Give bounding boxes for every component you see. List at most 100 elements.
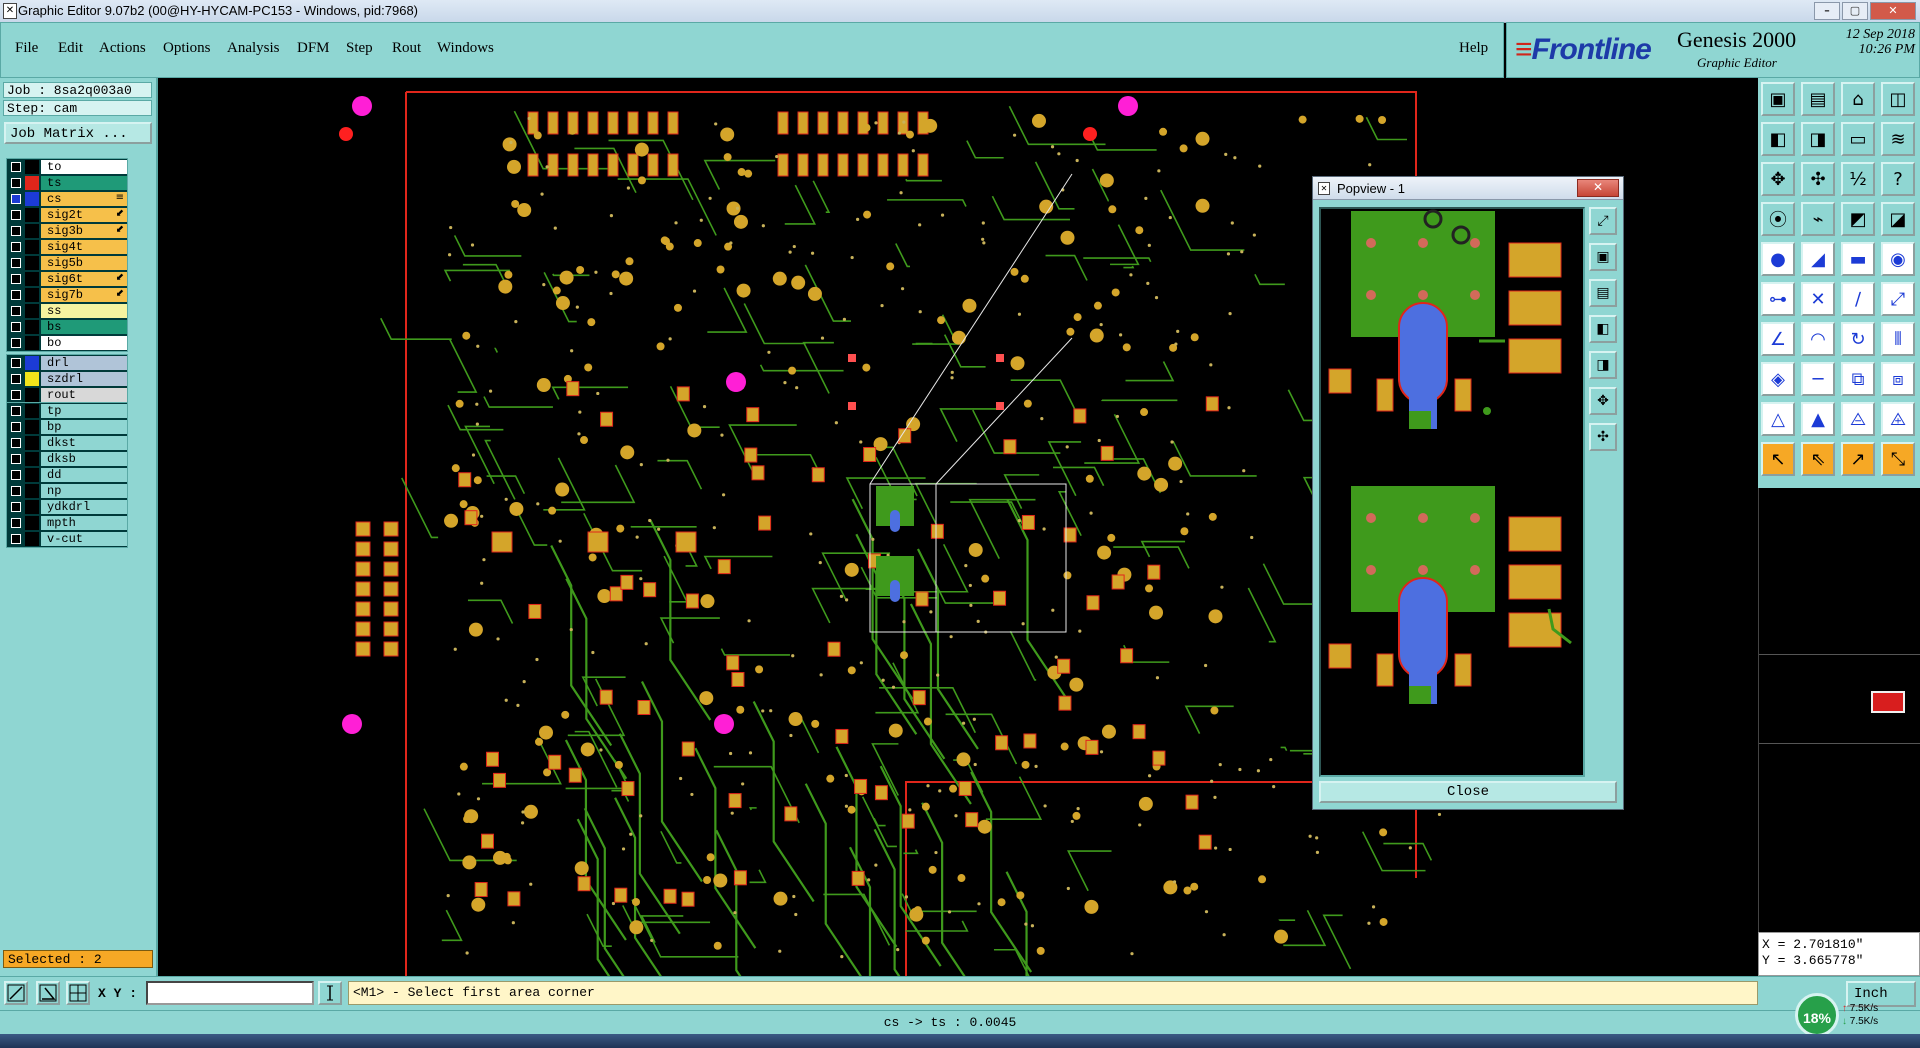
rotate-button[interactable]: ↻ <box>1841 322 1875 356</box>
select-net-button[interactable]: ⤡ <box>1881 442 1915 476</box>
layer-checkbox[interactable] <box>11 374 21 384</box>
job-matrix-button[interactable]: Job Matrix ... <box>4 122 152 144</box>
shrink-button[interactable]: ✣ <box>1589 423 1617 451</box>
snap-mode-button[interactable] <box>36 981 60 1005</box>
connect-button[interactable]: ⊶ <box>1761 282 1795 316</box>
zoom-step-button[interactable]: ▤ <box>1801 82 1835 116</box>
layer-row-ydkdrl[interactable]: ydkdrl <box>7 499 127 515</box>
zoom-home-button[interactable]: ▣ <box>1761 82 1795 116</box>
arc-draw-button[interactable]: ◠ <box>1801 322 1835 356</box>
grid-mode-button[interactable] <box>66 981 90 1005</box>
layer-name[interactable]: szdrl <box>41 372 127 386</box>
layer-row-szdrl[interactable]: szdrl <box>7 371 127 387</box>
popview-zoom[interactable] <box>1321 209 1583 775</box>
layer-checkbox[interactable] <box>11 322 21 332</box>
mirror-button[interactable]: ⫴ <box>1881 322 1915 356</box>
layer-name[interactable]: v-cut <box>41 532 127 546</box>
layer-checkbox[interactable] <box>11 486 21 496</box>
layer-name[interactable]: bp <box>41 420 127 434</box>
layer-name[interactable]: sig6t ⬋ <box>41 272 127 286</box>
zoom-in-button[interactable]: ▤ <box>1589 279 1617 307</box>
trace-button[interactable]: ─ <box>1801 362 1835 396</box>
layer-compare-button[interactable]: ◩ <box>1841 202 1875 236</box>
menu-windows[interactable]: Windows <box>437 40 494 57</box>
menu-step[interactable]: Step <box>346 40 373 57</box>
layer-row-v-cut[interactable]: v-cut <box>7 531 127 547</box>
layer-name[interactable]: cs ≡ <box>41 192 127 206</box>
window-close-button[interactable]: ✕ <box>1870 2 1916 20</box>
layer-row-rout[interactable]: rout <box>7 387 127 403</box>
snap-button[interactable]: ⌁ <box>1801 202 1835 236</box>
layer-name[interactable]: bs <box>41 320 127 334</box>
layer-color-swatch[interactable] <box>25 468 39 482</box>
layer-checkbox[interactable] <box>11 502 21 512</box>
pan-right-button[interactable]: ◨ <box>1801 122 1835 156</box>
popview-close-button[interactable]: Close <box>1319 781 1617 803</box>
overview-viewport[interactable] <box>1871 691 1905 713</box>
layer-row-np[interactable]: np <box>7 483 127 499</box>
menu-dfm[interactable]: DFM <box>297 40 330 57</box>
popview-canvas[interactable] <box>1319 207 1585 777</box>
popview-close-x-button[interactable]: ✕ <box>1577 179 1619 197</box>
layer-row-dksb[interactable]: dksb <box>7 451 127 467</box>
layer-name[interactable]: sig5b <box>41 256 127 270</box>
layer-color-swatch[interactable] <box>25 224 39 238</box>
layer-checkbox[interactable] <box>11 210 21 220</box>
layer-color-swatch[interactable] <box>25 388 39 402</box>
layer-name[interactable]: sig4t <box>41 240 127 254</box>
layer-row-to[interactable]: to <box>7 159 127 175</box>
layer-checkbox[interactable] <box>11 406 21 416</box>
layer-row-sig5b[interactable]: sig5b <box>7 255 127 271</box>
layer-checkbox[interactable] <box>11 226 21 236</box>
pad-add-button[interactable]: ● <box>1761 242 1795 276</box>
layer-name[interactable]: rout <box>41 388 127 402</box>
expand-button[interactable]: ✥ <box>1589 387 1617 415</box>
layer-checkbox[interactable] <box>11 454 21 464</box>
center-button[interactable]: ✣ <box>1801 162 1835 196</box>
scale-button[interactable]: ½ <box>1841 162 1875 196</box>
triangle-a-button[interactable]: △ <box>1761 402 1795 436</box>
select-edit-button[interactable]: ↗ <box>1841 442 1875 476</box>
layer-checkbox[interactable] <box>11 358 21 368</box>
layer-row-sig4t[interactable]: sig4t <box>7 239 127 255</box>
layer-color-swatch[interactable] <box>25 532 39 546</box>
layer-row-sig3b[interactable]: sig3b ⬋ <box>7 223 127 239</box>
layer-row-bo[interactable]: bo <box>7 335 127 351</box>
layer-color-swatch[interactable] <box>25 320 39 334</box>
layer-row-mpth[interactable]: mpth <box>7 515 127 531</box>
layer-color-swatch[interactable] <box>25 372 39 386</box>
layer-row-sig2t[interactable]: sig2t ⬋ <box>7 207 127 223</box>
layer-checkbox[interactable] <box>11 162 21 172</box>
layer-checkbox[interactable] <box>11 518 21 528</box>
layer-color-swatch[interactable] <box>25 160 39 174</box>
layer-name[interactable]: dd <box>41 468 127 482</box>
measure-button[interactable]: ⦿ <box>1761 202 1795 236</box>
menu-actions[interactable]: Actions <box>99 40 146 57</box>
layer-checkbox[interactable] <box>11 338 21 348</box>
feature-edit-button[interactable]: ◈ <box>1761 362 1795 396</box>
layer-checkbox[interactable] <box>11 178 21 188</box>
select-move-button[interactable]: ⇖ <box>1801 442 1835 476</box>
layer-row-bs[interactable]: bs <box>7 319 127 335</box>
line-draw-button[interactable]: ∠ <box>1761 322 1795 356</box>
line-node-button[interactable]: ⤢ <box>1881 282 1915 316</box>
layer-row-cs[interactable]: cs ≡ <box>7 191 127 207</box>
layer-color-swatch[interactable] <box>25 304 39 318</box>
layer-row-dkst[interactable]: dkst <box>7 435 127 451</box>
layer-swap-button[interactable]: ◪ <box>1881 202 1915 236</box>
layer-name[interactable]: sig2t ⬋ <box>41 208 127 222</box>
layer-name[interactable]: sig3b ⬋ <box>41 224 127 238</box>
disconnect-button[interactable]: ✕ <box>1801 282 1835 316</box>
layer-name[interactable]: to <box>41 160 127 174</box>
layer-name[interactable]: bo <box>41 336 127 350</box>
zoom-fit-button[interactable]: ⤢ <box>1589 207 1617 235</box>
triangle-d-button[interactable]: ⨹ <box>1881 402 1915 436</box>
layer-row-sig7b[interactable]: sig7b ⬋ <box>7 287 127 303</box>
layer-color-swatch[interactable] <box>25 208 39 222</box>
node-button[interactable]: ∕ <box>1841 282 1875 316</box>
layer-checkbox[interactable] <box>11 422 21 432</box>
minimize-button[interactable]: – <box>1814 2 1840 20</box>
layer-row-tp[interactable]: tp <box>7 403 127 419</box>
layer-checkbox[interactable] <box>11 258 21 268</box>
split-view-button[interactable]: ◫ <box>1881 82 1915 116</box>
